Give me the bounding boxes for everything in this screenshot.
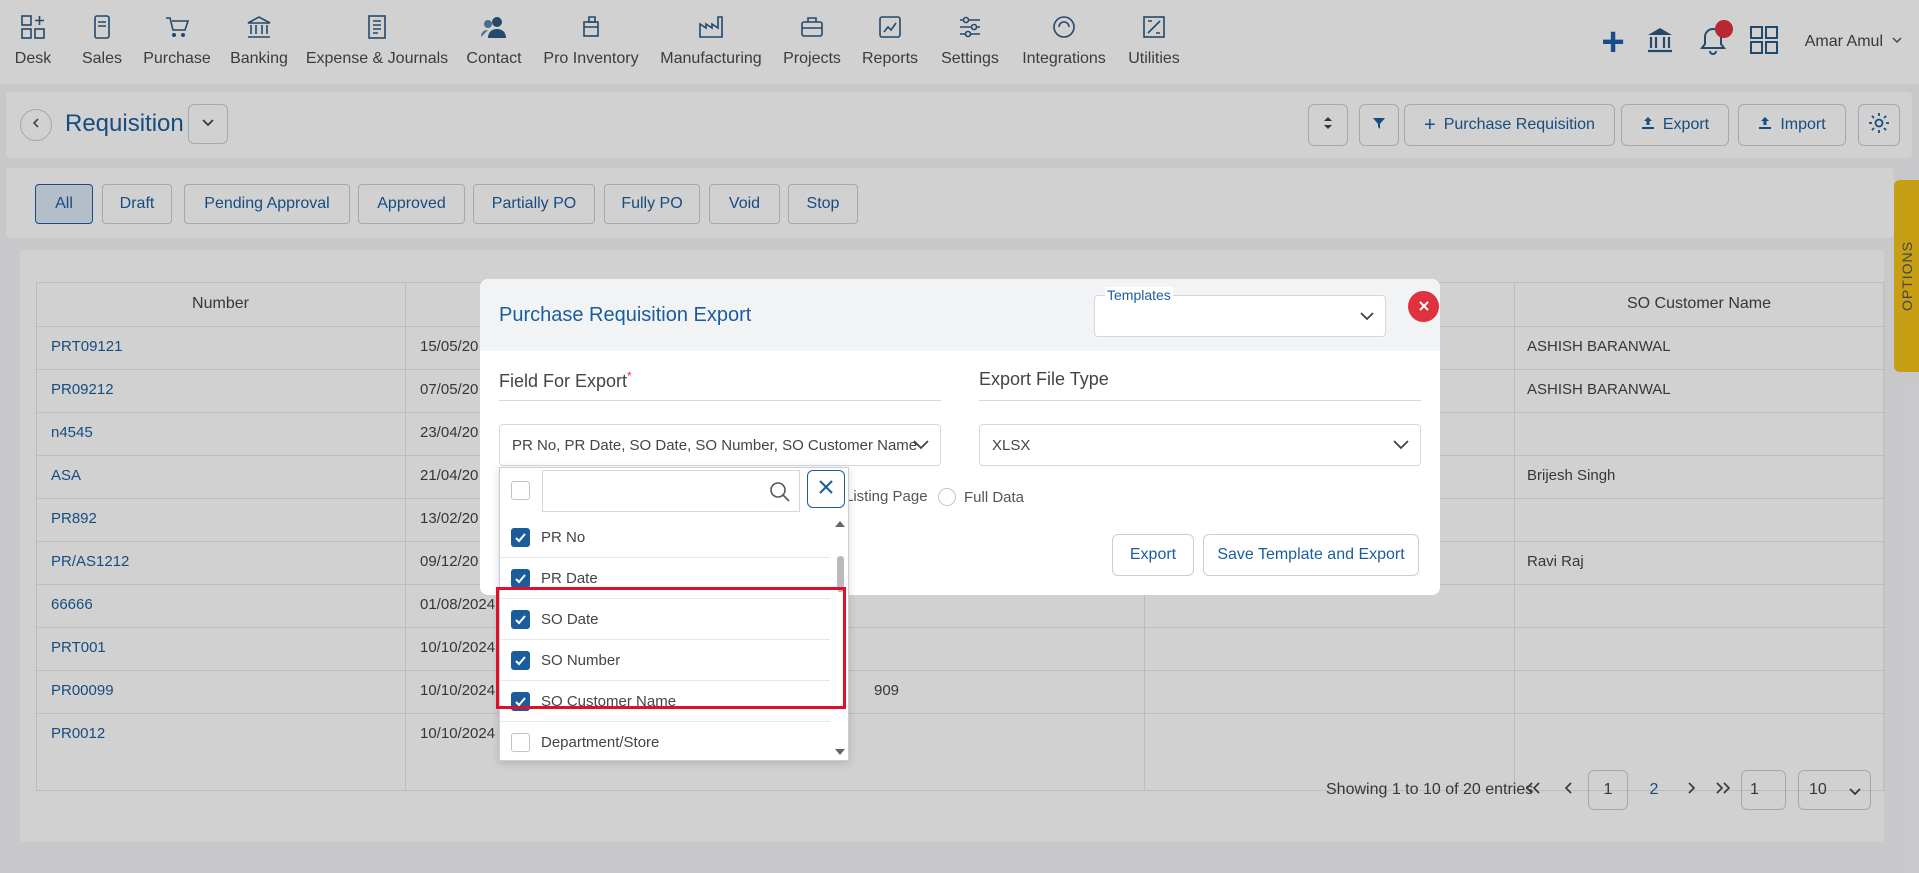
checkbox-checked[interactable] <box>511 527 530 547</box>
dropdown-option[interactable]: Department/Store <box>500 722 830 760</box>
export-file-type-label: Export File Type <box>979 369 1109 389</box>
field-for-export-text: Field For Export <box>499 371 628 391</box>
templates-label: Templates <box>1105 287 1173 303</box>
highlight-box <box>496 587 846 709</box>
full-data-radio[interactable] <box>938 488 956 506</box>
fields-select[interactable]: PR No, PR Date, SO Date, SO Number, SO C… <box>499 424 941 466</box>
chevron-down-icon <box>1359 308 1375 329</box>
listing-page-option[interactable]: Listing Page <box>845 488 928 505</box>
file-type-select[interactable]: XLSX <box>979 424 1421 466</box>
checkbox-unchecked[interactable] <box>511 732 530 752</box>
chevron-down-icon <box>912 437 930 457</box>
search-icon <box>769 481 791 508</box>
section-divider <box>979 400 1421 401</box>
scroll-down-icon[interactable] <box>834 744 846 760</box>
option-label: Department/Store <box>541 733 660 751</box>
file-type-value: XLSX <box>992 436 1031 454</box>
option-label: PR Date <box>541 569 598 587</box>
field-for-export-label: Field For Export* <box>499 369 632 392</box>
close-icon <box>1418 295 1430 318</box>
close-modal-button[interactable] <box>1408 291 1439 322</box>
full-data-option[interactable]: Full Data <box>938 488 1024 506</box>
scroll-up-icon[interactable] <box>834 516 846 534</box>
clear-search-button[interactable] <box>807 470 845 508</box>
select-all-checkbox[interactable] <box>511 481 530 500</box>
dropdown-option[interactable]: PR No <box>500 517 830 558</box>
listing-page-label: Listing Page <box>845 488 928 505</box>
dropdown-search-input[interactable] <box>542 470 800 512</box>
full-data-label: Full Data <box>964 488 1025 506</box>
export-submit-button[interactable]: Export <box>1112 534 1194 576</box>
close-icon <box>818 479 834 500</box>
chevron-down-icon <box>1392 437 1410 457</box>
templates-select[interactable]: Templates <box>1094 287 1386 337</box>
required-mark: * <box>627 369 632 383</box>
section-divider <box>499 400 941 401</box>
fields-select-value: PR No, PR Date, SO Date, SO Number, SO C… <box>512 436 918 454</box>
modal-title: Purchase Requisition Export <box>499 304 752 326</box>
checkbox-checked[interactable] <box>511 568 530 588</box>
save-template-export-button[interactable]: Save Template and Export <box>1203 534 1419 576</box>
option-label: PR No <box>541 528 586 546</box>
modal-header: Purchase Requisition Export Templates <box>480 279 1440 351</box>
